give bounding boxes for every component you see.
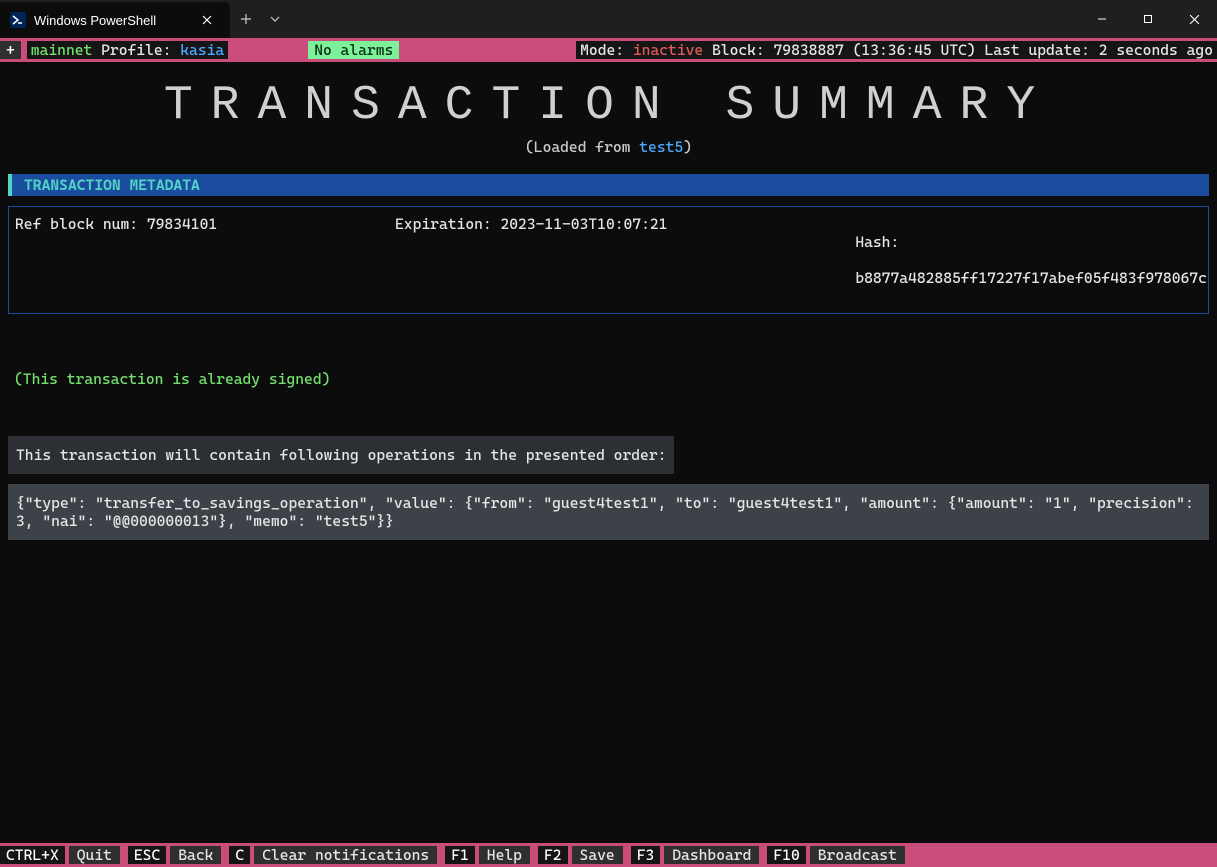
window-titlebar: Windows PowerShell xyxy=(0,0,1217,38)
tab-title: Windows PowerShell xyxy=(34,13,188,28)
key-c[interactable]: C xyxy=(229,846,250,864)
status-mode-value: inactive xyxy=(633,41,703,59)
key-label-quit: Quit xyxy=(69,846,120,864)
close-button[interactable] xyxy=(1171,0,1217,38)
powershell-icon xyxy=(10,12,26,28)
operations-body: {"type": "transfer_to_savings_operation"… xyxy=(8,484,1209,540)
status-profile-label: Profile: xyxy=(101,41,171,59)
meta-hash: Hash: b8877a482885ff17227f17abef05f483f9… xyxy=(783,215,1209,305)
key-f3[interactable]: F3 xyxy=(631,846,661,864)
loaded-suffix: ) xyxy=(683,138,692,156)
key-label-back: Back xyxy=(170,846,221,864)
key-label-save: Save xyxy=(572,846,623,864)
status-alarms: No alarms xyxy=(308,41,399,59)
key-label-clear-notifications: Clear notifications xyxy=(254,846,437,864)
meta-expiration: Expiration: 2023-11-03T10:07:21 xyxy=(393,215,783,305)
tab-dropdown-button[interactable] xyxy=(262,0,288,38)
window-controls xyxy=(1079,0,1217,38)
section-header-metadata: TRANSACTION METADATA xyxy=(8,174,1209,196)
maximize-button[interactable] xyxy=(1125,0,1171,38)
loaded-from-line: (Loaded from test5) xyxy=(8,138,1209,156)
status-network-profile: mainnet Profile: kasia xyxy=(27,41,228,59)
minimize-button[interactable] xyxy=(1079,0,1125,38)
status-update-label: Last update: xyxy=(984,41,1089,59)
terminal-body: TRANSACTION SUMMARY (Loaded from test5) … xyxy=(0,62,1217,843)
loaded-name: test5 xyxy=(639,138,683,156)
key-label-help: Help xyxy=(479,846,530,864)
key-esc[interactable]: ESC xyxy=(128,846,166,864)
status-block-value: 79838887 (13:36:45 UTC) xyxy=(774,41,976,59)
meta-ref-block: Ref block num: 79834101 xyxy=(13,215,393,305)
tab-active[interactable]: Windows PowerShell xyxy=(0,2,230,38)
new-tab-button[interactable] xyxy=(230,0,262,38)
status-network: mainnet xyxy=(31,41,93,59)
meta-hash-label: Hash: xyxy=(855,233,899,251)
status-block-label: Block: xyxy=(712,41,765,59)
status-right: Mode: inactive Block: 79838887 (13:36:45… xyxy=(576,41,1217,59)
key-label-dashboard: Dashboard xyxy=(664,846,759,864)
loaded-prefix: (Loaded from xyxy=(525,138,639,156)
tab-close-button[interactable] xyxy=(196,13,218,27)
signed-notice: (This transaction is already signed) xyxy=(8,370,1209,388)
key-f10[interactable]: F10 xyxy=(767,846,805,864)
key-ctrl+x[interactable]: CTRL+X xyxy=(0,846,65,864)
meta-hash-value: b8877a482885ff17227f17abef05f483f978067c xyxy=(855,269,1207,287)
operations-header: This transaction will contain following … xyxy=(8,436,674,474)
key-f1[interactable]: F1 xyxy=(445,846,475,864)
status-update-value: 2 seconds ago xyxy=(1099,41,1213,59)
metadata-box: Ref block num: 79834101 Expiration: 2023… xyxy=(8,206,1209,314)
page-title: TRANSACTION SUMMARY xyxy=(8,74,1209,132)
key-bar: CTRL+XQuit ESCBack CClear notifications F1H… xyxy=(0,843,1217,867)
key-f2[interactable]: F2 xyxy=(538,846,568,864)
status-mode-label: Mode: xyxy=(580,41,624,59)
status-profile-value: kasia xyxy=(180,41,224,59)
key-label-broadcast: Broadcast xyxy=(810,846,905,864)
status-plus[interactable]: + xyxy=(0,41,21,59)
status-bar: + mainnet Profile: kasia No alarms Mode:… xyxy=(0,38,1217,62)
